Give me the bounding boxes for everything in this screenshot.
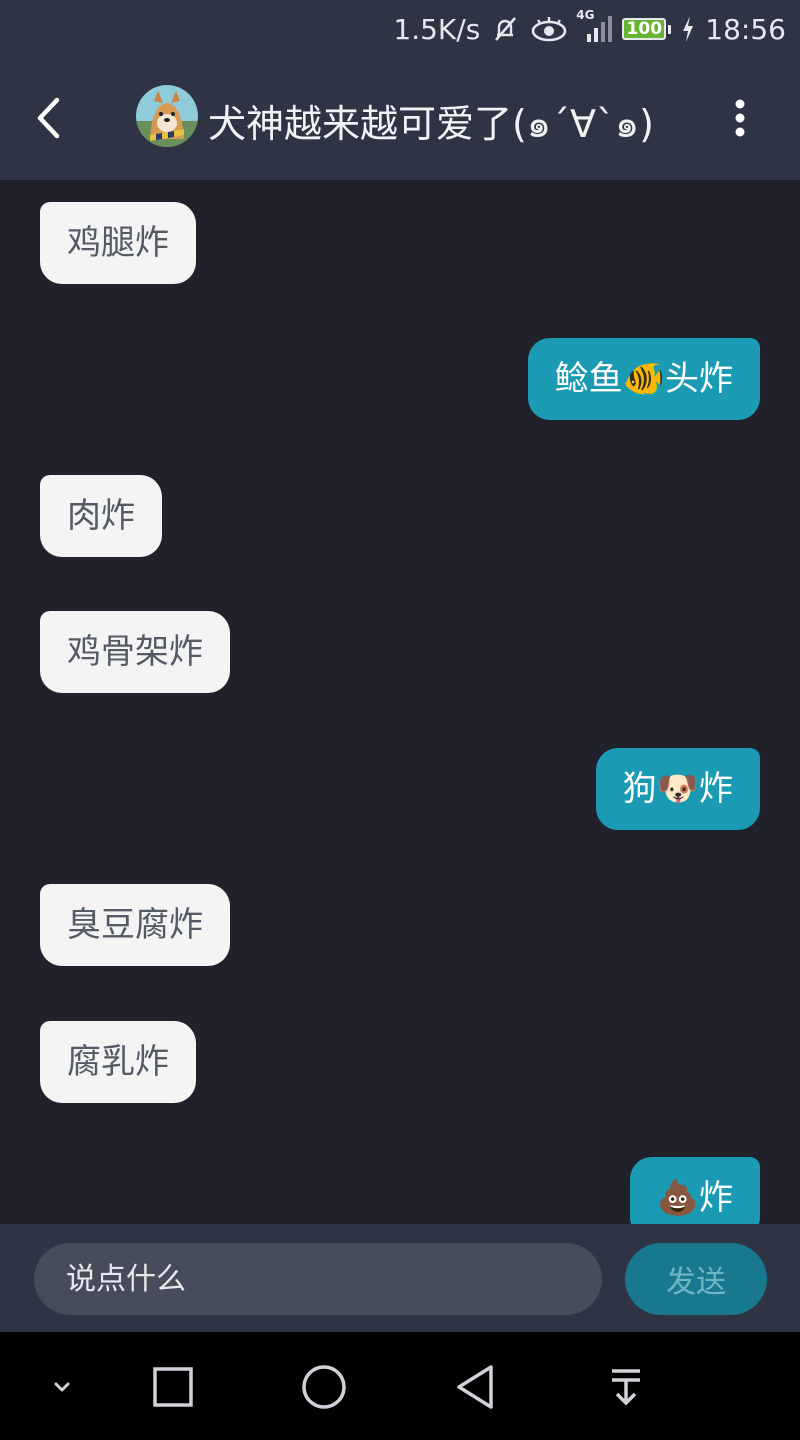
message-bubble-incoming[interactable]: 鸡腿炸 <box>40 202 196 284</box>
notifications-button[interactable] <box>598 1359 654 1415</box>
status-right: 1.5K/s 4G 100 18:56 <box>393 8 786 50</box>
collapse-icon <box>54 1382 70 1392</box>
message-bubble-outgoing[interactable]: 💩炸 <box>629 1157 760 1224</box>
home-button[interactable] <box>296 1359 352 1415</box>
back-button[interactable] <box>26 92 70 144</box>
network-type: 4G <box>576 8 595 22</box>
message-input[interactable] <box>34 1243 602 1315</box>
notifications-icon <box>612 1369 640 1406</box>
back-icon <box>457 1365 493 1409</box>
eye-icon <box>530 14 568 44</box>
input-bar: 发送 <box>0 1224 800 1332</box>
battery-level: 100 <box>626 19 663 39</box>
chat-header: 犬神越来越可爱了(๑´∀`๑) <box>0 58 800 180</box>
charging-icon <box>681 15 695 43</box>
recents-icon <box>153 1367 193 1407</box>
system-nav-bar <box>0 1332 800 1440</box>
chevron-left-icon <box>37 97 60 139</box>
recents-button[interactable] <box>145 1359 201 1415</box>
send-button[interactable]: 发送 <box>625 1243 767 1315</box>
message-bubble-incoming[interactable]: 肉炸 <box>40 475 162 557</box>
more-vertical-icon <box>735 99 745 137</box>
message-list[interactable]: 鸡腿炸 鲶鱼🐠头炸 肉炸 鸡骨架炸 狗🐶炸 臭豆腐炸 腐乳炸 💩炸 <box>0 180 800 1224</box>
status-bar: 1.5K/s 4G 100 18:56 <box>0 0 800 58</box>
more-options-button[interactable] <box>722 94 758 144</box>
home-icon <box>302 1365 346 1409</box>
message-bubble-incoming[interactable]: 腐乳炸 <box>40 1021 196 1103</box>
mute-icon <box>490 14 520 44</box>
avatar[interactable] <box>136 85 198 147</box>
network-speed: 1.5K/s <box>393 12 481 46</box>
message-bubble-incoming[interactable]: 鸡骨架炸 <box>40 611 230 693</box>
back-nav-button[interactable] <box>447 1359 503 1415</box>
clock: 18:56 <box>705 12 786 46</box>
signal-icon: 4G <box>576 8 613 44</box>
chat-title: 犬神越来越可爱了(๑´∀`๑) <box>208 102 654 146</box>
message-bubble-outgoing[interactable]: 狗🐶炸 <box>595 748 760 830</box>
message-bubble-incoming[interactable]: 臭豆腐炸 <box>40 884 230 966</box>
battery-icon: 100 <box>622 18 672 40</box>
collapse-button[interactable] <box>34 1359 90 1415</box>
message-bubble-outgoing[interactable]: 鲶鱼🐠头炸 <box>527 338 760 420</box>
